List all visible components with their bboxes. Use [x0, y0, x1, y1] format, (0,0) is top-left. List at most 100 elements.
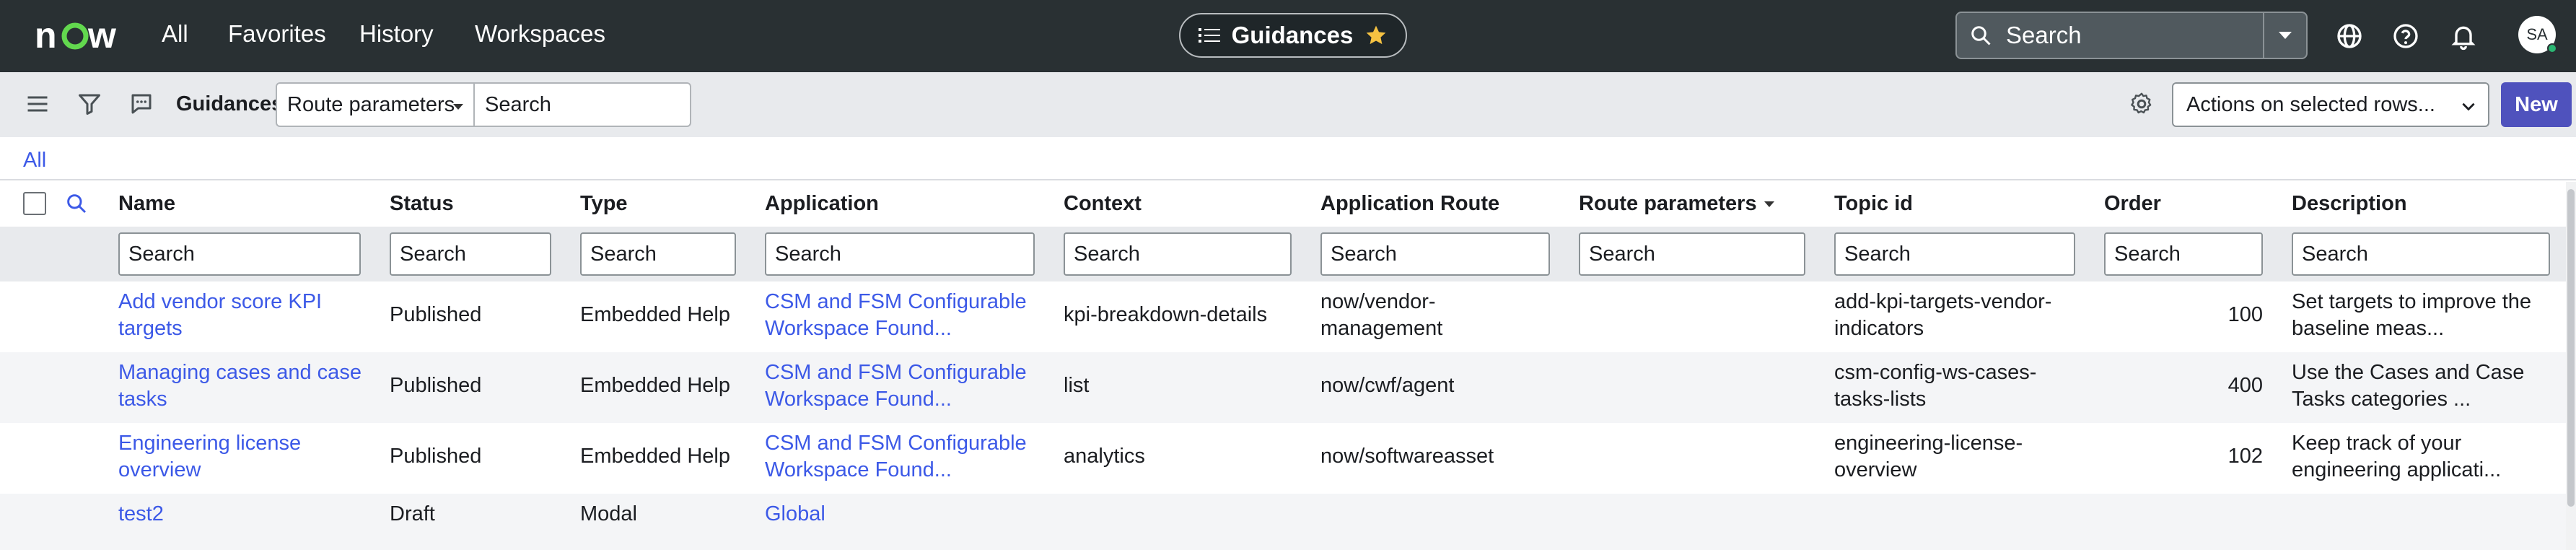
- search-description-input[interactable]: Search: [2292, 232, 2550, 276]
- search-topic-id-input[interactable]: Search: [1834, 232, 2075, 276]
- column-search-row: Search Search Search Search Search Searc…: [0, 227, 2576, 281]
- column-header-application[interactable]: Application: [765, 192, 879, 216]
- row-description: Set targets to improve the baseline meas.…: [2292, 290, 2532, 340]
- list-search-input[interactable]: Search: [475, 82, 691, 127]
- search-application-input[interactable]: Search: [765, 232, 1035, 276]
- column-header-description[interactable]: Description: [2292, 192, 2407, 216]
- row-name-link[interactable]: Add vendor score KPI targets: [118, 289, 322, 342]
- caret-down-icon: [2279, 32, 2292, 39]
- row-description: Keep track of your engineering applicati.…: [2292, 432, 2502, 481]
- breadcrumb-all[interactable]: All: [23, 149, 46, 173]
- row-topic-id: csm-config-ws-cases-tasks-lists: [1834, 361, 2037, 411]
- nav-favorites[interactable]: Favorites: [228, 20, 326, 48]
- row-status: Draft: [390, 502, 435, 525]
- new-button[interactable]: New: [2501, 82, 2572, 127]
- svg-text:n: n: [35, 16, 57, 56]
- search-status-input[interactable]: Search: [390, 232, 551, 276]
- globe-icon[interactable]: [2335, 22, 2364, 51]
- row-status: Published: [390, 374, 482, 397]
- row-topic-id: engineering-license-overview: [1834, 432, 2023, 481]
- row-application-link[interactable]: CSM and FSM Configurable Workspace Found.…: [765, 359, 1027, 413]
- caret-down-icon: [453, 104, 463, 110]
- search-icon: [1971, 26, 1991, 45]
- svg-text:w: w: [87, 16, 116, 56]
- row-status: Published: [390, 303, 482, 326]
- row-application-link[interactable]: CSM and FSM Configurable Workspace Found.…: [765, 289, 1027, 342]
- global-search-input[interactable]: Search: [1957, 13, 2263, 58]
- row-order: 100: [2227, 303, 2263, 326]
- column-header-type[interactable]: Type: [580, 192, 628, 216]
- row-application-route: now/cwf/agent: [1320, 374, 1455, 397]
- column-header-topic-id[interactable]: Topic id: [1834, 192, 1913, 216]
- actions-on-selected-rows-select[interactable]: Actions on selected rows...: [2172, 82, 2489, 127]
- row-topic-id: add-kpi-targets-vendor-indicators: [1834, 290, 2052, 340]
- global-search[interactable]: Search: [1955, 12, 2308, 59]
- list-toolbar: Guidances Route parameters Search Action…: [0, 72, 2576, 137]
- row-type: Embedded Help: [580, 445, 730, 468]
- row-context: list: [1064, 374, 1090, 397]
- row-name-link[interactable]: test2: [118, 501, 164, 528]
- global-search-placeholder: Search: [2006, 22, 2082, 48]
- top-navigation-bar: n w All Favorites History Workspaces Gui…: [0, 0, 2576, 72]
- select-all-checkbox[interactable]: [23, 192, 46, 215]
- search-field-select[interactable]: Route parameters: [276, 82, 475, 127]
- filter-icon[interactable]: [76, 91, 102, 117]
- favorite-star-icon[interactable]: [1364, 24, 1388, 47]
- row-application-link[interactable]: Global: [765, 501, 825, 528]
- breadcrumb: All: [0, 137, 2576, 180]
- row-type: Modal: [580, 502, 637, 525]
- search-order-input[interactable]: Search: [2104, 232, 2263, 276]
- actions-select-value: Actions on selected rows...: [2186, 92, 2435, 116]
- table-row: Managing cases and case tasks Published E…: [0, 352, 2576, 423]
- chevron-down-icon: [2462, 102, 2475, 111]
- column-header-context[interactable]: Context: [1064, 192, 1142, 216]
- row-name-link[interactable]: Managing cases and case tasks: [118, 359, 362, 413]
- search-type-input[interactable]: Search: [580, 232, 736, 276]
- row-order: 400: [2227, 374, 2263, 397]
- gear-icon[interactable]: [2129, 91, 2155, 117]
- table-header: Name Status Type Application Context App…: [0, 182, 2576, 227]
- row-name-link[interactable]: Engineering license overview: [118, 430, 301, 484]
- column-header-route-parameters[interactable]: Route parameters: [1579, 192, 1774, 216]
- row-context: kpi-breakdown-details: [1064, 303, 1268, 326]
- column-header-status[interactable]: Status: [390, 192, 454, 216]
- row-order: 102: [2227, 445, 2263, 468]
- row-status: Published: [390, 445, 482, 468]
- context-title-pill[interactable]: Guidances: [1179, 13, 1407, 58]
- row-context: analytics: [1064, 445, 1145, 468]
- now-logo[interactable]: n w: [35, 16, 118, 56]
- column-header-name[interactable]: Name: [118, 192, 175, 216]
- search-name-input[interactable]: Search: [118, 232, 361, 276]
- hamburger-menu-icon[interactable]: [25, 91, 51, 117]
- row-application-route: now/vendor-management: [1320, 290, 1443, 340]
- column-header-order[interactable]: Order: [2104, 192, 2161, 216]
- table-row: test2 Draft Modal Global: [0, 494, 2576, 550]
- search-field-select-value: Route parameters: [287, 92, 455, 116]
- search-route-parameters-input[interactable]: Search: [1579, 232, 1805, 276]
- sort-descending-icon: [1764, 201, 1774, 208]
- nav-history[interactable]: History: [359, 20, 434, 48]
- column-header-route-parameters-label: Route parameters: [1579, 192, 1757, 215]
- toggle-column-search-icon[interactable]: [65, 192, 88, 215]
- activity-stream-icon[interactable]: [128, 91, 154, 117]
- row-application-route: now/softwareasset: [1320, 445, 1494, 468]
- search-context-input[interactable]: Search: [1064, 232, 1292, 276]
- list-title: Guidances: [176, 92, 284, 115]
- table-row: Add vendor score KPI targets Published Em…: [0, 281, 2576, 352]
- list-icon: [1198, 28, 1220, 43]
- help-icon[interactable]: [2391, 22, 2420, 51]
- nav-all[interactable]: All: [162, 20, 188, 48]
- context-title: Guidances: [1231, 22, 1354, 48]
- presence-indicator: [2547, 43, 2557, 53]
- table-row: Engineering license overview Published Em…: [0, 423, 2576, 494]
- row-type: Embedded Help: [580, 374, 730, 397]
- row-type: Embedded Help: [580, 303, 730, 326]
- bell-icon[interactable]: [2449, 22, 2478, 51]
- row-description: Use the Cases and Case Tasks categories .…: [2292, 361, 2525, 411]
- row-application-link[interactable]: CSM and FSM Configurable Workspace Found.…: [765, 430, 1027, 484]
- search-application-route-input[interactable]: Search: [1320, 232, 1550, 276]
- nav-workspaces[interactable]: Workspaces: [475, 20, 605, 48]
- global-search-scope-dropdown[interactable]: [2263, 13, 2306, 58]
- table-scrollbar-thumb[interactable]: [2567, 189, 2575, 507]
- column-header-application-route[interactable]: Application Route: [1320, 192, 1499, 216]
